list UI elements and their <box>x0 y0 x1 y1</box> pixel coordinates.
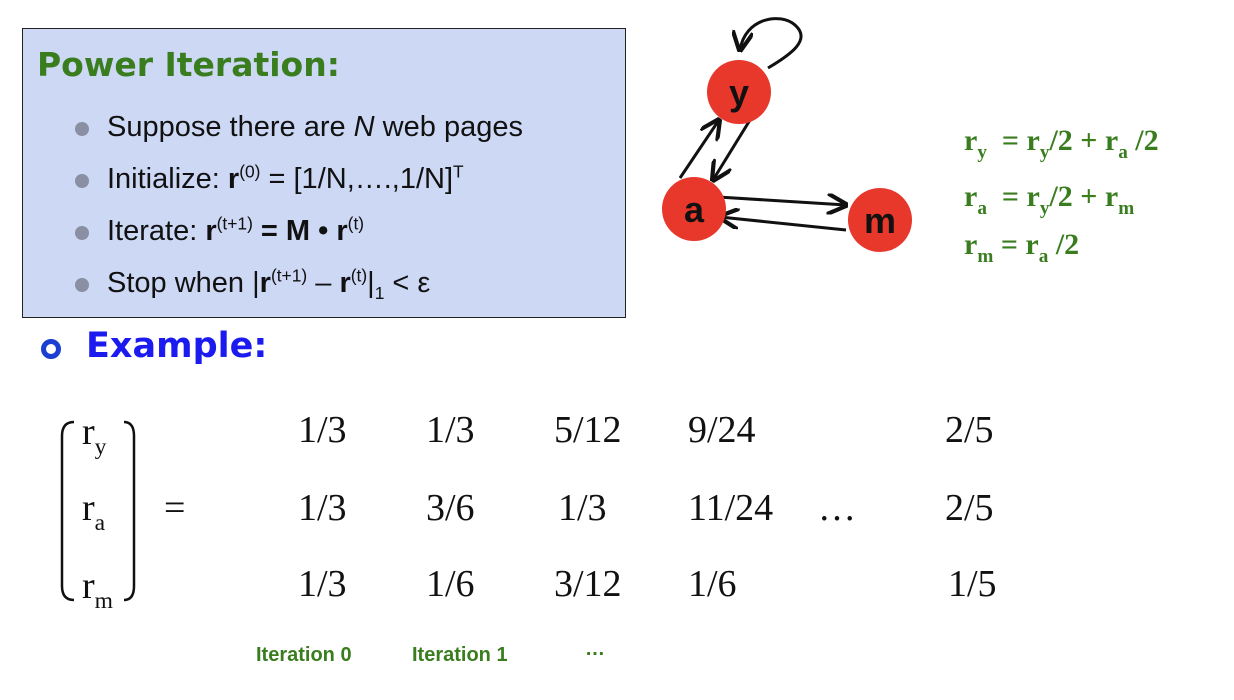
vector-entry-rm: rm <box>82 565 113 614</box>
bullet-icon <box>75 174 89 188</box>
cell-c0-r2: 1/3 <box>298 563 347 605</box>
cell-c1-r2: 1/6 <box>426 563 475 605</box>
cell-c3-r2: 1/6 <box>688 563 737 605</box>
step-suppose: Suppose there are N web pages <box>75 111 523 144</box>
bullet-icon <box>75 226 89 240</box>
step-initialize: Initialize: r(0) = [1/N,….,1/N]T <box>75 163 464 196</box>
step-iterate: Iterate: r(t+1) = M • r(t) <box>75 215 364 248</box>
node-y-label: y <box>729 72 749 113</box>
cell-c2-r2: 3/12 <box>554 563 622 605</box>
cell-c2-r1: 1/3 <box>558 487 607 529</box>
edge-y-a <box>713 119 752 180</box>
vector-entry-ra: ra <box>82 487 106 536</box>
equation-ry: ry = ry/2 + ra /2 <box>964 124 1159 163</box>
bullet-icon <box>75 122 89 136</box>
equals-sign: = <box>164 487 186 529</box>
edge-y-y <box>740 17 803 70</box>
power-iteration-title: Power Iteration: <box>37 45 340 84</box>
bullet-icon <box>75 278 89 292</box>
cell-c2-r0: 5/12 <box>554 409 622 451</box>
cell-c0-r0: 1/3 <box>298 409 347 451</box>
edge-m-a <box>720 217 847 232</box>
cell-c0-r1: 1/3 <box>298 487 347 529</box>
edge-a-y <box>678 120 719 179</box>
cell-c3-r1: 11/24 <box>688 487 774 529</box>
link-graph: y a m <box>662 17 912 252</box>
equation-rm: rm = ra /2 <box>964 228 1080 267</box>
cell-c4-r2: 1/5 <box>948 563 997 605</box>
iteration-label-ellipsis: … <box>585 638 605 660</box>
node-a-label: a <box>684 189 705 230</box>
cell-c1-r1: 3/6 <box>426 487 475 529</box>
cell-c4-r0: 2/5 <box>945 409 994 451</box>
iteration-label-1: Iteration 1 <box>412 644 508 666</box>
cell-c3-r0: 9/24 <box>688 409 756 451</box>
step-stop: Stop when |r(t+1) – r(t)|1 < ε <box>75 267 430 301</box>
cell-c1-r0: 1/3 <box>426 409 475 451</box>
equation-ra: ra = ry/2 + rm <box>964 180 1135 219</box>
node-m-label: m <box>864 200 896 241</box>
row-ellipsis: … <box>818 487 856 529</box>
cell-c4-r1: 2/5 <box>945 487 994 529</box>
edge-a-m <box>717 197 846 205</box>
iteration-label-0: Iteration 0 <box>256 644 352 666</box>
example-bullet-icon <box>41 339 61 359</box>
vector-entry-ry: ry <box>82 411 107 460</box>
example-title: Example: <box>86 326 268 366</box>
power-iteration-box: Power Iteration: Suppose there are N web… <box>22 28 626 318</box>
